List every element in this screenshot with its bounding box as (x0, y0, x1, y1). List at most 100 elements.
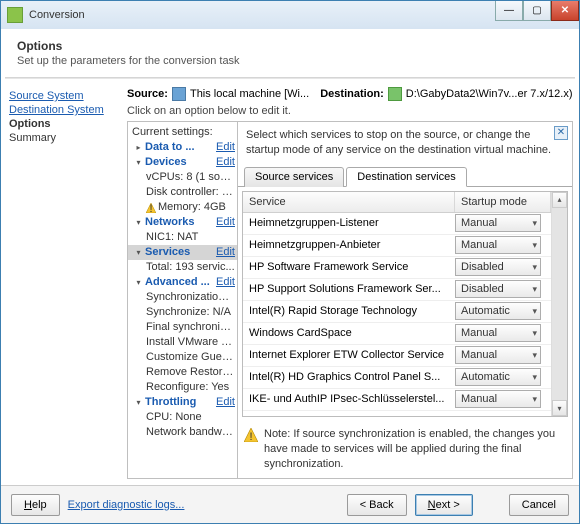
service-name: HP Support Solutions Framework Ser... (243, 283, 455, 295)
service-row[interactable]: IKE- und AuthIP IPsec-Schlüsselerstel...… (243, 389, 551, 411)
scrollbar[interactable]: ▴ ▾ (551, 192, 567, 417)
pane-close-button[interactable]: ✕ (554, 126, 568, 140)
grid-header: Service Startup mode (243, 192, 551, 213)
expand-icon[interactable] (134, 143, 143, 152)
warning-icon: ! (146, 203, 156, 213)
minimize-button[interactable]: — (495, 1, 523, 21)
service-row[interactable]: Heimnetzgruppen-AnbieterManual (243, 235, 551, 257)
service-name: Windows CardSpace (243, 327, 455, 339)
edit-link[interactable]: Edit (214, 275, 235, 290)
maximize-button[interactable]: ▢ (523, 1, 551, 21)
next-button[interactable]: Next > (415, 494, 473, 516)
service-name: Internet Explorer ETW Collector Service (243, 349, 455, 361)
nav-summary[interactable]: Summary (9, 131, 121, 145)
scroll-down-button[interactable]: ▾ (552, 400, 567, 416)
tree-vcpus[interactable]: vCPUs: 8 (1 sock... (128, 170, 237, 185)
startup-mode-dropdown[interactable]: Manual (455, 346, 541, 364)
computer-icon (172, 87, 186, 101)
edit-link[interactable]: Edit (214, 215, 235, 230)
service-row[interactable]: Intel(R) Rapid Storage TechnologyAutomat… (243, 301, 551, 323)
back-button[interactable]: < Back (347, 494, 407, 516)
edit-link[interactable]: Edit (214, 155, 235, 170)
tree-network-bandwidth[interactable]: Network bandwid... (128, 425, 237, 440)
tree-memory[interactable]: ! Memory: 4GB (128, 200, 237, 215)
tab-source-services[interactable]: Source services (244, 167, 344, 187)
edit-link[interactable]: Edit (214, 245, 235, 260)
services-tabs: Source services Destination services (238, 166, 572, 187)
collapse-icon[interactable] (134, 278, 143, 287)
tree-networks[interactable]: Networks Edit (128, 215, 237, 230)
startup-mode-dropdown[interactable]: Manual (455, 390, 541, 408)
wizard-footer: Help Export diagnostic logs... < Back Ne… (1, 485, 579, 523)
startup-mode-dropdown[interactable]: Disabled (455, 280, 541, 298)
col-service[interactable]: Service (243, 192, 455, 212)
service-row[interactable]: HP Support Solutions Framework Ser...Dis… (243, 279, 551, 301)
service-row[interactable]: Intel(R) HD Graphics Control Panel S...A… (243, 367, 551, 389)
svg-text:!: ! (249, 431, 252, 442)
help-button[interactable]: Help (11, 494, 60, 516)
services-note: ! Note: If source synchronization is ena… (238, 421, 572, 478)
nav-options[interactable]: Options (9, 117, 121, 131)
service-row[interactable]: Heimnetzgruppen-ListenerManual (243, 213, 551, 235)
startup-mode-dropdown[interactable]: Disabled (455, 258, 541, 276)
cancel-button[interactable]: Cancel (509, 494, 569, 516)
collapse-icon[interactable] (134, 248, 143, 257)
scroll-up-button[interactable]: ▴ (552, 192, 567, 208)
startup-mode-dropdown[interactable]: Manual (455, 236, 541, 254)
source-value: This local machine [Wi... (190, 88, 309, 100)
nav-source-system[interactable]: Source System (9, 89, 121, 103)
disk-icon (388, 87, 402, 101)
source-label: Source: (127, 88, 168, 100)
service-name: Heimnetzgruppen-Anbieter (243, 239, 455, 251)
service-row[interactable]: HP Software Framework ServiceDisabled (243, 257, 551, 279)
nav-destination-system[interactable]: Destination System (9, 103, 121, 117)
settings-tree[interactable]: Current settings: Data to ... Edit Devic… (128, 122, 238, 478)
tree-synchronize[interactable]: Synchronize: N/A (128, 305, 237, 320)
tree-synchronization[interactable]: Synchronization: ... (128, 290, 237, 305)
edit-link[interactable]: Edit (214, 395, 235, 410)
tree-final-sync[interactable]: Final synchroniza... (128, 320, 237, 335)
tree-devices[interactable]: Devices Edit (128, 155, 237, 170)
service-row[interactable]: Internet Explorer ETW Collector ServiceM… (243, 345, 551, 367)
tree-cpu[interactable]: CPU: None (128, 410, 237, 425)
tree-reconfigure[interactable]: Reconfigure: Yes (128, 380, 237, 395)
click-hint: Click on an option below to edit it. (127, 105, 573, 121)
page-subtitle: Set up the parameters for the conversion… (17, 55, 563, 67)
scroll-thumb[interactable] (552, 208, 567, 401)
startup-mode-dropdown[interactable]: Manual (455, 214, 541, 232)
service-name: IKE- und AuthIP IPsec-Schlüsselerstel... (243, 393, 455, 405)
tree-throttling[interactable]: Throttling Edit (128, 395, 237, 410)
tree-disk-controller[interactable]: Disk controller: S... (128, 185, 237, 200)
startup-mode-dropdown[interactable]: Automatic (455, 302, 541, 320)
export-diagnostic-logs-link[interactable]: Export diagnostic logs... (68, 499, 185, 511)
wizard-header: Options Set up the parameters for the co… (1, 29, 579, 73)
close-button[interactable]: ✕ (551, 1, 579, 21)
tree-install-vmware[interactable]: Install VMware T... (128, 335, 237, 350)
services-grid[interactable]: Service Startup mode Heimnetzgruppen-Lis… (242, 191, 568, 418)
collapse-icon[interactable] (134, 218, 143, 227)
tab-destination-services[interactable]: Destination services (346, 167, 466, 187)
startup-mode-dropdown[interactable]: Automatic (455, 368, 541, 386)
tree-advanced[interactable]: Advanced ... Edit (128, 275, 237, 290)
tree-title: Current settings: (128, 124, 237, 140)
wizard-nav: Source System Destination System Options… (7, 85, 123, 479)
collapse-icon[interactable] (134, 158, 143, 167)
tree-services-total[interactable]: Total: 193 servic... (128, 260, 237, 275)
service-name: Heimnetzgruppen-Listener (243, 217, 455, 229)
tree-remove-restore[interactable]: Remove Restore... (128, 365, 237, 380)
service-row[interactable]: Windows CardSpaceManual (243, 323, 551, 345)
destination-value: D:\GabyData2\Win7v...er 7.x/12.x) (406, 88, 573, 100)
service-name: Intel(R) HD Graphics Control Panel S... (243, 371, 455, 383)
startup-mode-dropdown[interactable]: Manual (455, 324, 541, 342)
tree-services[interactable]: Services Edit (128, 245, 237, 260)
tree-nic1[interactable]: NIC1: NAT (128, 230, 237, 245)
tree-data[interactable]: Data to ... Edit (128, 140, 237, 155)
tree-customize-guest[interactable]: Customize Guest... (128, 350, 237, 365)
collapse-icon[interactable] (134, 398, 143, 407)
window-title: Conversion (29, 9, 85, 21)
edit-link[interactable]: Edit (214, 140, 235, 155)
services-instruction: Select which services to stop on the sou… (238, 122, 572, 164)
svg-text:!: ! (149, 203, 152, 213)
service-name: HP Software Framework Service (243, 261, 455, 273)
col-startup-mode[interactable]: Startup mode (455, 192, 551, 212)
